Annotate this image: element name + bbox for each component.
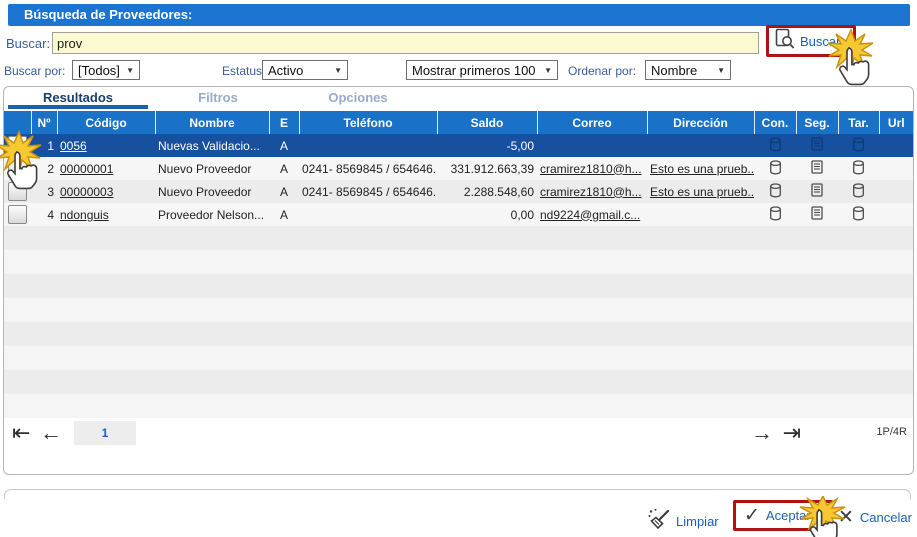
correo-link[interactable]: cramirez1810@h... [540, 162, 642, 176]
checkmark-icon: ✓ [744, 505, 760, 526]
tab-opciones[interactable]: Opciones [288, 88, 428, 109]
buscar-por-select[interactable]: [Todos] ▼ [72, 60, 140, 80]
row-select-checkbox[interactable] [8, 182, 27, 201]
seguimiento-document-icon[interactable] [811, 183, 823, 200]
results-table: Nº Código Nombre E Teléfono Saldo Correo… [4, 111, 913, 226]
proveedores-search-dialog: Búsqueda de Proveedores: Buscar: Buscar … [0, 0, 917, 537]
buscar-por-label: Buscar por: [4, 64, 66, 78]
col-codigo[interactable]: Código [57, 111, 156, 134]
search-magnifier-icon [775, 28, 795, 55]
col-telefono[interactable]: Teléfono [299, 111, 438, 134]
seguimiento-document-icon[interactable] [811, 137, 823, 154]
col-estatus[interactable]: E [269, 111, 300, 134]
col-numero[interactable]: Nº [31, 111, 58, 134]
chevron-down-icon: ▼ [717, 65, 725, 75]
tarifas-database-icon[interactable] [852, 136, 865, 155]
table-row[interactable]: 3 00000003 Nuevo Proveedor A 0241- 85698… [4, 180, 913, 203]
contactos-database-icon[interactable] [769, 182, 782, 201]
estatus-select[interactable]: Activo ▼ [262, 60, 348, 80]
buscar-button-highlight: Buscar [766, 25, 856, 57]
contactos-database-icon[interactable] [769, 159, 782, 178]
seguimiento-document-icon[interactable] [811, 160, 823, 177]
chevron-down-icon: ▼ [544, 65, 552, 75]
direccion-link[interactable]: Esto es una prueb... [650, 185, 754, 199]
row-select-checkbox[interactable] [8, 205, 27, 224]
row-select-checkbox[interactable] [8, 159, 27, 178]
x-icon: ✕ [838, 507, 854, 528]
next-page-button[interactable]: → [751, 420, 773, 446]
buscar-button[interactable]: Buscar [800, 34, 840, 49]
header-row: Nº Código Nombre E Teléfono Saldo Correo… [4, 111, 913, 134]
codigo-link[interactable]: ndonguis [60, 208, 109, 222]
direccion-link[interactable]: Esto es una prueb... [650, 162, 754, 176]
codigo-link[interactable]: 00000003 [60, 185, 113, 199]
correo-link[interactable]: cramirez1810@h... [540, 185, 642, 199]
codigo-link[interactable]: 00000001 [60, 162, 113, 176]
mostrar-primeros-select[interactable]: Mostrar primeros 100 ▼ [406, 60, 558, 80]
tab-filtros[interactable]: Filtros [148, 88, 288, 109]
col-nombre[interactable]: Nombre [155, 111, 270, 134]
ordenar-por-select[interactable]: Nombre ▼ [645, 60, 731, 80]
last-page-button[interactable]: ⇥ [783, 420, 801, 446]
footer-divider [4, 489, 911, 499]
tarifas-database-icon[interactable] [852, 182, 865, 201]
col-tar[interactable]: Tar. [838, 111, 880, 134]
col-seg[interactable]: Seg. [796, 111, 839, 134]
pagination-bar: ⇤ ← 1 → ⇥ 1P/4R [4, 420, 913, 448]
contactos-database-icon[interactable] [769, 205, 782, 224]
aceptar-button[interactable]: Aceptar [766, 508, 811, 523]
col-con[interactable]: Con. [754, 111, 797, 134]
col-url[interactable]: Url [879, 111, 913, 134]
estatus-label: Estatus: [222, 64, 266, 78]
col-direccion[interactable]: Dirección [647, 111, 755, 134]
first-page-button[interactable]: ⇤ [12, 420, 30, 446]
col-saldo[interactable]: Saldo [437, 111, 538, 134]
tab-bar: Resultados Filtros Opciones [8, 88, 428, 109]
search-input[interactable] [52, 32, 759, 54]
codigo-link[interactable]: 0056 [60, 139, 87, 153]
table-row[interactable]: 1 0056 Nuevas Validacio... A -5,00 [4, 134, 913, 157]
prev-page-button[interactable]: ← [40, 420, 62, 446]
page-record-info: 1P/4R [876, 426, 907, 438]
tab-resultados[interactable]: Resultados [8, 88, 148, 109]
col-correo[interactable]: Correo [537, 111, 648, 134]
seguimiento-document-icon[interactable] [811, 206, 823, 223]
chevron-down-icon: ▼ [334, 65, 342, 75]
aceptar-button-highlight: ✓ Aceptar [733, 500, 833, 531]
page-number[interactable]: 1 [74, 421, 136, 445]
col-select [4, 111, 32, 134]
row-select-checkbox[interactable] [8, 136, 27, 155]
broom-icon [648, 508, 670, 535]
limpiar-button[interactable]: Limpiar [648, 508, 719, 535]
contactos-database-icon[interactable] [769, 136, 782, 155]
table-row[interactable]: 4 ndonguis Proveedor Nelson... A 0,00 nd… [4, 203, 913, 226]
dialog-title: Búsqueda de Proveedores: [8, 4, 910, 26]
results-panel: Resultados Filtros Opciones Nº Código No… [3, 86, 914, 475]
cancelar-button[interactable]: ✕ Cancelar [838, 508, 912, 527]
buscar-label: Buscar: [6, 36, 51, 51]
empty-rows-area [4, 226, 913, 418]
chevron-down-icon: ▼ [126, 65, 134, 75]
ordenar-por-label: Ordenar por: [568, 64, 637, 78]
tarifas-database-icon[interactable] [852, 159, 865, 178]
correo-link[interactable]: nd9224@gmail.c... [540, 208, 640, 222]
table-row[interactable]: 2 00000001 Nuevo Proveedor A 0241- 85698… [4, 157, 913, 180]
tarifas-database-icon[interactable] [852, 205, 865, 224]
